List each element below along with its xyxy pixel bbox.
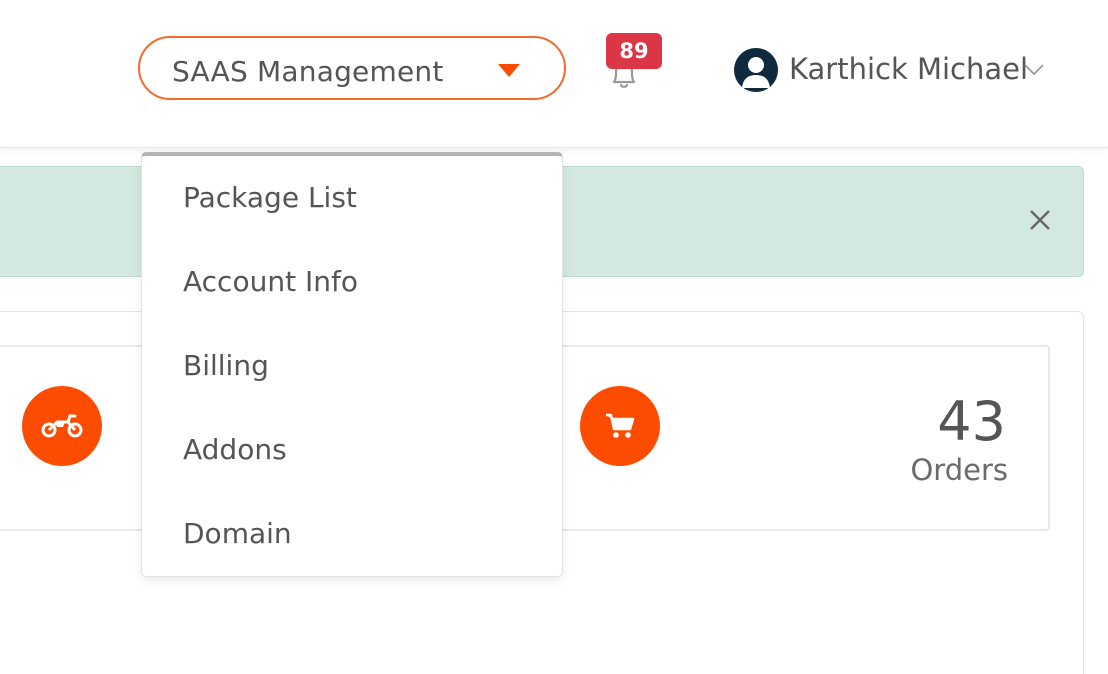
user-avatar-icon xyxy=(742,57,770,88)
motorcycle-icon xyxy=(41,414,83,438)
menu-item-addons[interactable]: Addons xyxy=(142,408,562,492)
motorcycle-icon-circle xyxy=(22,386,102,466)
orders-count: 43 xyxy=(937,390,1006,453)
chevron-down-icon xyxy=(1024,64,1044,76)
user-name: Karthick Michael xyxy=(789,52,1029,86)
caret-down-icon xyxy=(498,64,520,77)
cart-icon xyxy=(606,413,635,438)
menu-item-billing[interactable]: Billing xyxy=(142,324,562,408)
menu-item-domain[interactable]: Domain xyxy=(142,492,562,576)
menu-item-package-list[interactable]: Package List xyxy=(142,156,562,240)
user-menu[interactable]: Karthick Michael xyxy=(734,44,1054,96)
notification-count-badge: 89 xyxy=(606,33,662,69)
saas-management-select[interactable]: SAAS Management xyxy=(138,36,566,100)
orders-label: Orders xyxy=(910,453,1008,487)
menu-item-account-info[interactable]: Account Info xyxy=(142,240,562,324)
saas-select-label: SAAS Management xyxy=(172,55,444,88)
saas-management-dropdown: Package List Account Info Billing Addons… xyxy=(141,152,563,577)
close-icon[interactable] xyxy=(1026,206,1054,234)
top-header: SAAS Management 89 Karthick Michael xyxy=(0,0,1108,148)
cart-icon-circle xyxy=(580,386,660,466)
avatar xyxy=(734,48,778,92)
